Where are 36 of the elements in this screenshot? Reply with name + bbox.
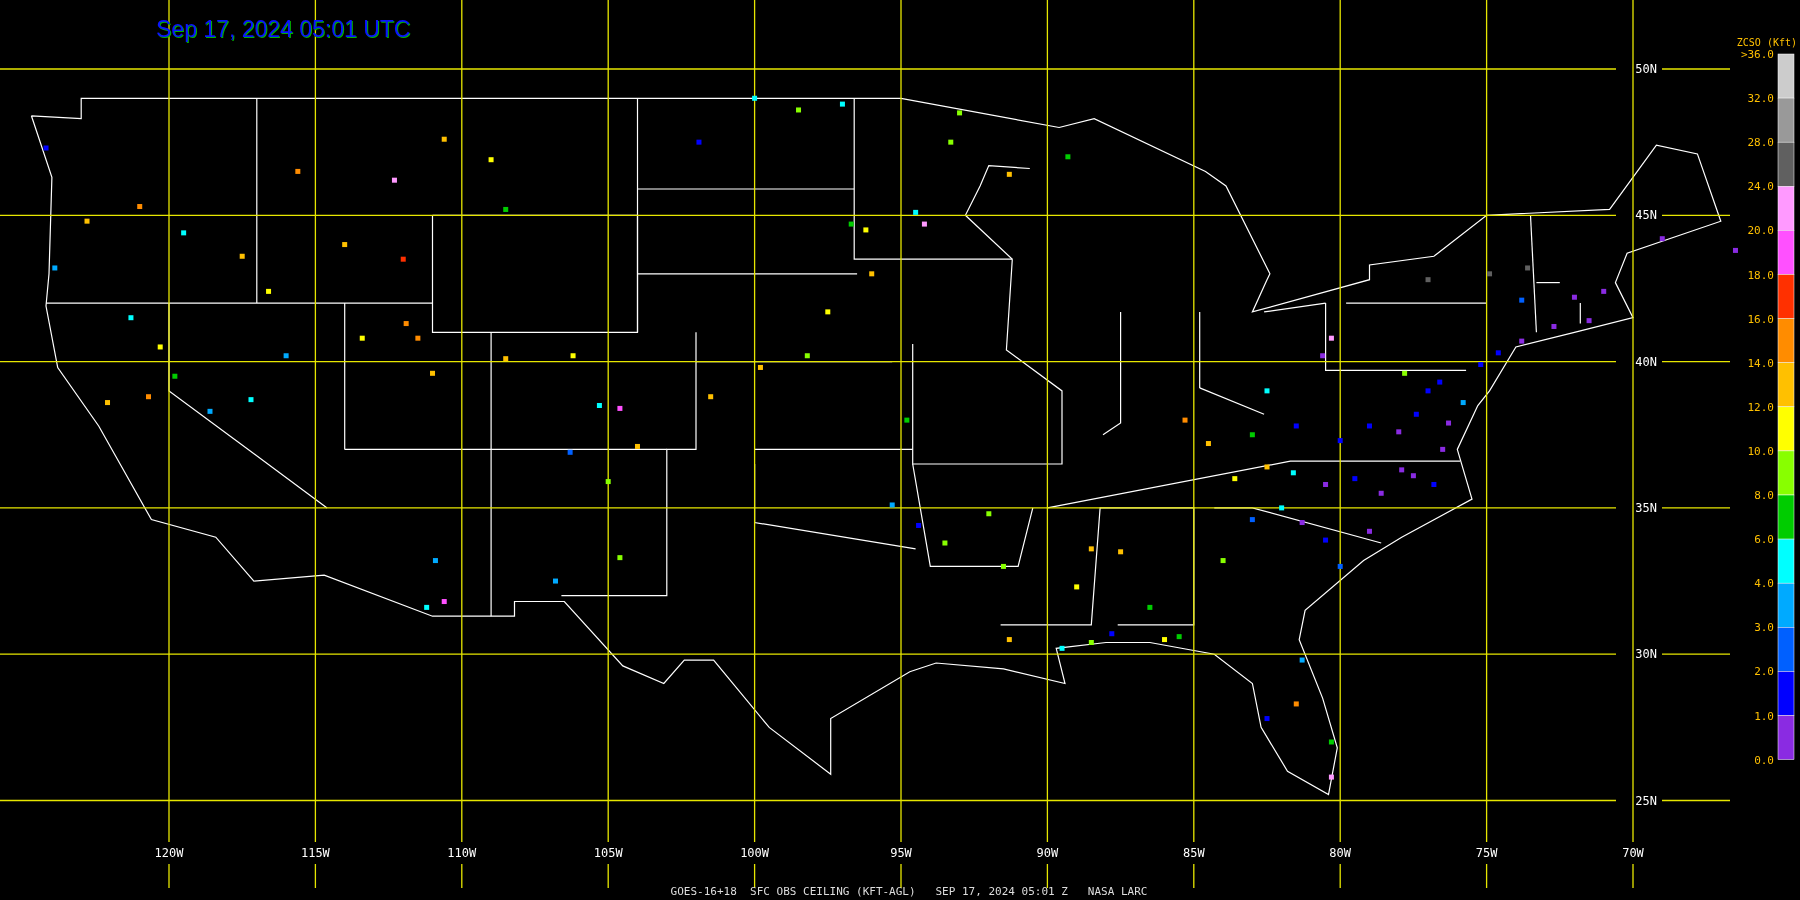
legend-label: 6.0	[1754, 533, 1774, 547]
legend-label: 1.0	[1754, 709, 1774, 723]
legend-label: 2.0	[1754, 665, 1774, 679]
legend-label: 18.0	[1747, 268, 1774, 282]
longitude-label: 80W	[1329, 846, 1352, 860]
legend-label: 28.0	[1747, 136, 1774, 150]
longitude-label: 120W	[154, 846, 184, 860]
legend-label: 8.0	[1754, 489, 1774, 502]
legend-label: 12.0	[1747, 400, 1774, 414]
latitude-label: 35N	[1635, 500, 1657, 515]
longitude-label: 100W	[740, 846, 770, 860]
latitude-label: 30N	[1635, 647, 1657, 662]
latitude-label: 40N	[1635, 354, 1657, 369]
longitude-label: 75W	[1475, 846, 1498, 860]
longitude-label: 95W	[890, 846, 912, 860]
legend-label: 14.0	[1747, 356, 1774, 370]
legend-label: 24.0	[1747, 180, 1774, 194]
legend-label: 0.0	[1754, 753, 1774, 767]
longitude-label: 115W	[300, 846, 330, 860]
legend-label: 3.0	[1754, 621, 1774, 635]
legend-label: 20.0	[1747, 224, 1774, 238]
map-caption: GOES-16+18 SFC OBS CEILING (KFT-AGL) SEP 17, 2024 05:01 Z NASA LARC	[670, 885, 1148, 898]
longitude-label: 105W	[593, 846, 623, 860]
latitude-label: 45N	[1635, 208, 1657, 223]
legend-label: >36.0	[1740, 48, 1774, 61]
legend-label: 16.0	[1747, 312, 1774, 326]
legend-label: 10.0	[1747, 444, 1774, 458]
longitude-label: 70W	[1622, 846, 1644, 860]
legend-label: 4.0	[1754, 577, 1774, 591]
longitude-label: 90W	[1036, 846, 1059, 860]
legend-label: 32.0	[1747, 92, 1774, 106]
latitude-label: 25N	[1635, 793, 1657, 808]
longitude-label: 85W	[1182, 846, 1205, 860]
legend-title: ZCSO (Kft)	[1736, 37, 1797, 48]
longitude-label: 110W	[447, 846, 477, 860]
latitude-label: 50N	[1635, 62, 1657, 76]
